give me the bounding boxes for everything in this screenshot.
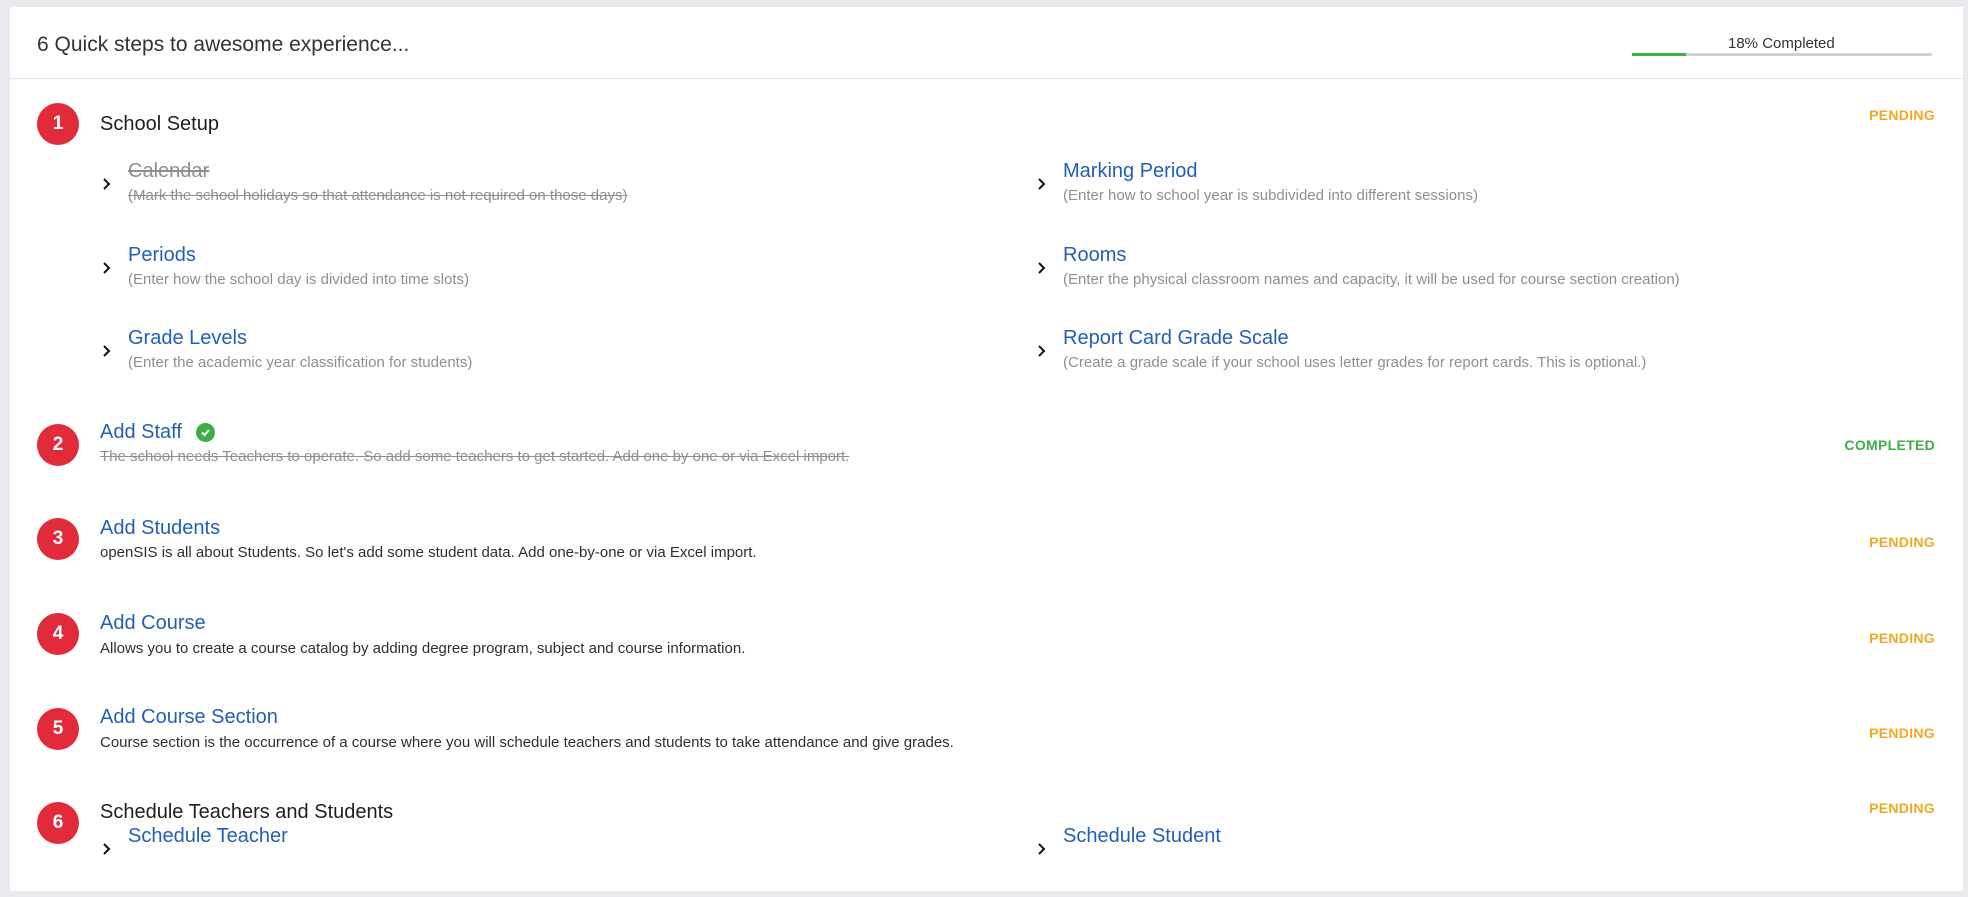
status-badge: PENDING — [1869, 725, 1935, 741]
step-number-badge: 5 — [37, 708, 79, 750]
step-title: Schedule Teachers and Students — [100, 801, 394, 823]
step-number-badge: 3 — [37, 518, 79, 560]
step-number-badge: 4 — [37, 613, 79, 655]
status-badge: PENDING — [1869, 107, 1935, 123]
chevron-right-icon — [103, 843, 111, 855]
check-circle-icon — [196, 423, 215, 442]
chevron-right-icon — [1038, 843, 1046, 855]
chevron-right-icon — [103, 345, 111, 357]
status-badge: PENDING — [1869, 800, 1935, 816]
substep-link[interactable]: Rooms — [1063, 244, 1126, 267]
status-badge: COMPLETED — [1844, 437, 1935, 453]
substep-link[interactable]: Report Card Grade Scale — [1063, 327, 1289, 350]
progress-bar — [1632, 53, 1932, 56]
chevron-right-icon — [1038, 262, 1046, 274]
step-title-link[interactable]: Add Staff — [100, 421, 182, 444]
status-badge: PENDING — [1869, 630, 1935, 646]
step-number-badge: 1 — [37, 103, 79, 145]
step-number-badge: 2 — [37, 424, 79, 466]
substep-description: (Enter the academic year classification … — [128, 354, 473, 371]
substep-description: (Mark the school holidays so that attend… — [128, 187, 628, 204]
substep-link[interactable]: Schedule Teacher — [128, 825, 288, 848]
panel-header: 6 Quick steps to awesome experience... 1… — [10, 7, 1963, 79]
substep-description: (Enter how the school day is divided int… — [128, 271, 469, 288]
substep-link[interactable]: Marking Period — [1063, 160, 1198, 183]
progress-bar-fill — [1632, 53, 1686, 56]
quick-steps-panel: 6 Quick steps to awesome experience... 1… — [10, 7, 1963, 891]
chevron-right-icon — [1038, 345, 1046, 357]
status-badge: PENDING — [1869, 534, 1935, 550]
progress-label: 18% Completed — [1728, 35, 1835, 52]
substep-link[interactable]: Schedule Student — [1063, 825, 1221, 848]
panel-title: 6 Quick steps to awesome experience... — [37, 33, 410, 56]
chevron-right-icon — [1038, 178, 1046, 190]
chevron-right-icon — [103, 262, 111, 274]
step-title: School Setup — [100, 113, 219, 135]
step-description: The school needs Teachers to operate. So… — [100, 448, 850, 465]
substep-link[interactable]: Periods — [128, 244, 196, 267]
step-description: Allows you to create a course catalog by… — [100, 640, 746, 657]
substep-description: (Create a grade scale if your school use… — [1063, 354, 1647, 371]
step-title-link[interactable]: Add Students — [100, 517, 220, 540]
step-number-badge: 6 — [37, 802, 79, 844]
step-description: openSIS is all about Students. So let's … — [100, 544, 757, 561]
chevron-right-icon — [103, 178, 111, 190]
substep-link[interactable]: Grade Levels — [128, 327, 247, 350]
step-title-link[interactable]: Add Course — [100, 612, 206, 635]
substep-description: (Enter how to school year is subdivided … — [1063, 187, 1478, 204]
step-description: Course section is the occurrence of a co… — [100, 734, 954, 751]
substep-description: (Enter the physical classroom names and … — [1063, 271, 1680, 288]
substep-link[interactable]: Calendar — [128, 160, 209, 183]
step-title-link[interactable]: Add Course Section — [100, 706, 278, 729]
